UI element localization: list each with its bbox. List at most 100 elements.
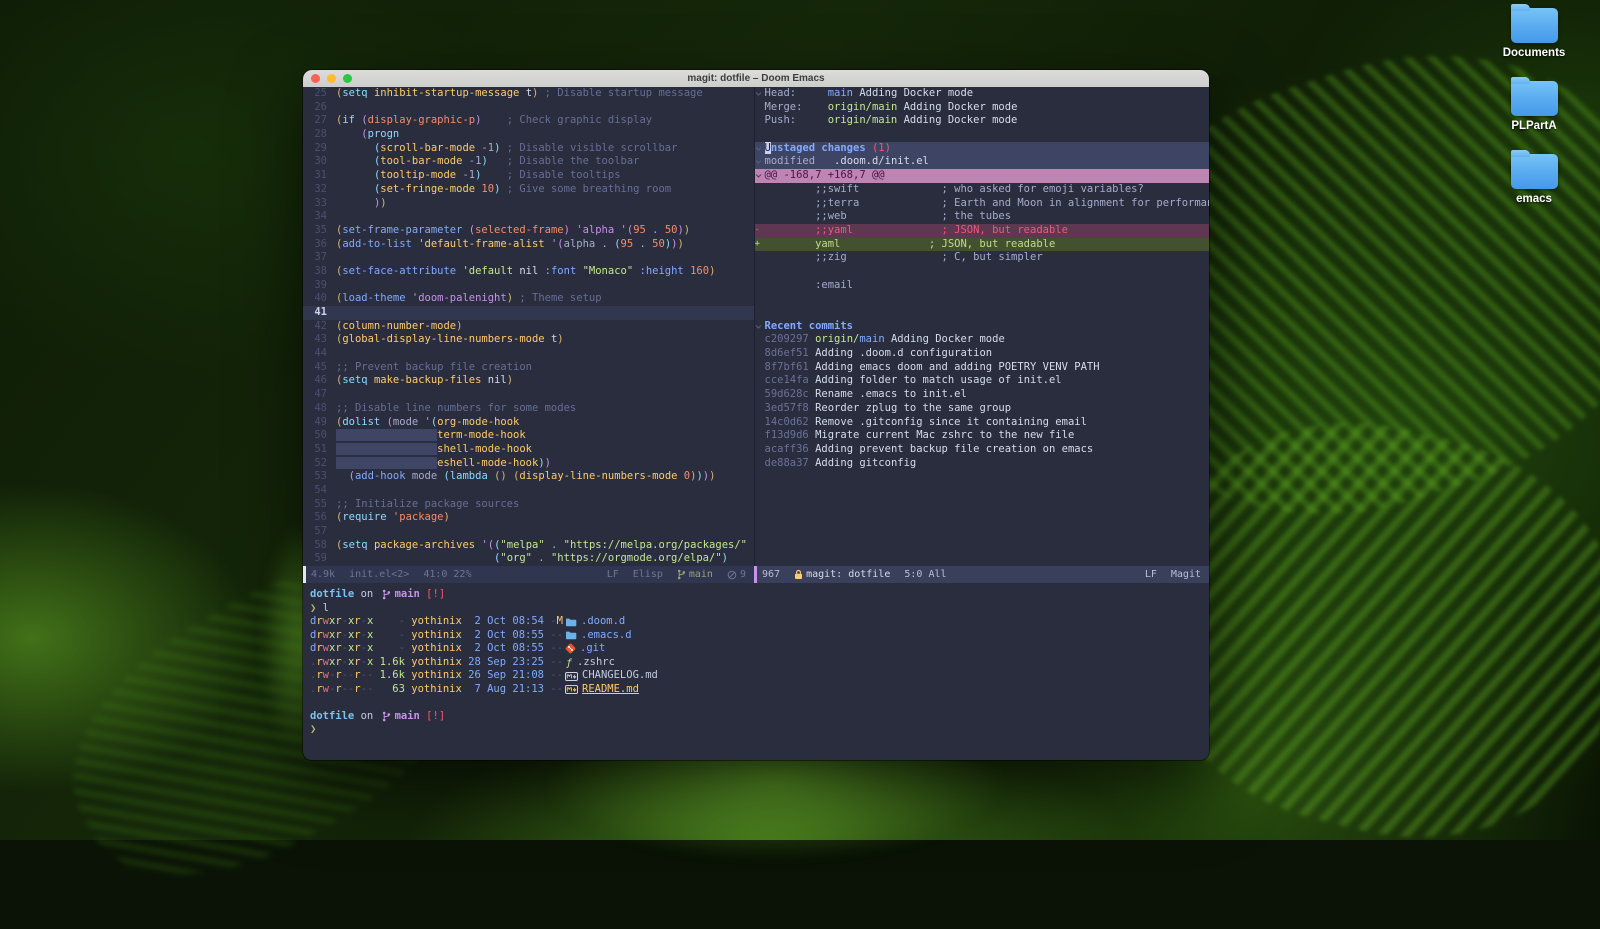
magit-section-heading[interactable]: modified .doom.d/init.el [755,155,1210,169]
magit-line[interactable]: 14c0d62 Remove .gitconfig since it conta… [755,416,1210,430]
file-name[interactable]: CHANGELOG.md [582,669,658,683]
code-buffer[interactable]: 25(setq inhibit-startup-message t) ; Dis… [303,87,754,566]
file-name[interactable]: .doom.d [581,615,625,629]
line-number: 57 [303,525,336,539]
line-number: 56 [303,511,336,525]
cursor-position: 41:0 22% [423,569,471,580]
line-number: 54 [303,484,336,498]
checker-count: 9 [740,569,746,580]
magit-section-heading[interactable]: Head: main Adding Docker mode [755,87,1210,101]
command-line[interactable]: ❯ l [310,602,1209,616]
code-line: 58(setq package-archives '(("melpa" . "h… [303,539,754,553]
file-name[interactable]: .emacs.d [581,629,632,643]
line-number: 32 [303,183,336,197]
file-name[interactable]: README.md [582,683,639,697]
magit-line: ;;web ; the tubes [755,210,1210,224]
file-name[interactable]: .git [580,642,605,656]
file-name[interactable]: .zshrc [577,656,615,670]
diff-marker: - [755,224,765,238]
magit-line[interactable]: 3ed57f8 Reorder zplug to the same group [755,402,1210,416]
line-number: 25 [303,87,336,101]
lock-icon [794,569,803,580]
desktop-folder-documents[interactable]: Documents [1503,8,1566,59]
margin [755,210,765,224]
margin [755,443,765,457]
folder-icon [565,630,577,640]
magit-line [755,292,1210,306]
folder-icon [1511,154,1558,189]
chevron-down-icon [755,320,765,334]
magit-section-heading[interactable]: Recent commits [755,320,1210,334]
blank-line [310,696,1209,710]
line-number: 42 [303,320,336,334]
shell-prompt: dotfile on main [!] [310,710,1209,724]
file-list-row: .rw-r--r-- 1.6k yothinix 26 Sep 21:08 --… [310,669,1209,683]
code-line: 47 [303,388,754,402]
line-number: 49 [303,416,336,430]
magit-section-heading[interactable]: @@ -168,7 +168,7 @@ [755,169,1210,183]
code-line: 45;; Prevent backup file creation [303,361,754,375]
diff-line[interactable]: - ;;yaml ; JSON, but readable [755,224,1210,238]
window-titlebar[interactable]: magit: dotfile – Doom Emacs [303,70,1209,87]
magit-section-heading[interactable]: Unstaged changes (1) [755,142,1210,156]
svg-text:ƒ: ƒ [566,658,573,668]
magit-line[interactable]: 8d6ef51 Adding .doom.d configuration [755,347,1210,361]
code-line: 31 (tooltip-mode -1) ; Disable tooltips [303,169,754,183]
code-line: 42(column-number-mode) [303,320,754,334]
code-line: 28 (progn [303,128,754,142]
line-number: 51 [303,443,336,457]
magit-line[interactable]: 8f7bf61 Adding emacs doom and adding POE… [755,361,1210,375]
margin [755,416,765,430]
magit-line: :email [755,279,1210,293]
line-number: 27 [303,114,336,128]
diff-marker: + [755,238,765,252]
line-number: 58 [303,539,336,553]
magit-line: ;;swift ; who asked for emoji variables? [755,183,1210,197]
line-number: 40 [303,292,336,306]
code-line: 41 [303,306,754,320]
magit-line[interactable]: Merge: origin/main Adding Docker mode [755,101,1210,115]
line-number: 29 [303,142,336,156]
line-number: 31 [303,169,336,183]
shell-prompt[interactable]: ❯ [310,723,1209,737]
magit-line[interactable]: c209297 origin/main Adding Docker mode [755,333,1210,347]
folder-icon [565,617,577,627]
terminal-buffer[interactable]: dotfile on main [!] ❯ ldrwxr-xr-x - yothi… [303,583,1209,760]
code-line: 32 (set-fringe-mode 10) ; Give some brea… [303,183,754,197]
margin [755,388,765,402]
code-line: 29 (scroll-bar-mode -1) ; Disable visibl… [303,142,754,156]
margin [755,374,765,388]
eol-indicator: LF [607,569,619,580]
line-number: 46 [303,374,336,388]
desktop-folder-emacs[interactable]: emacs [1511,154,1558,205]
magit-line[interactable]: Push: origin/main Adding Docker mode [755,114,1210,128]
margin [755,333,765,347]
folder-label: emacs [1516,193,1552,205]
code-line: 46(setq make-backup-files nil) [303,374,754,388]
folder-label: Documents [1503,47,1566,59]
magit-line[interactable]: 59d628c Rename .emacs to init.el [755,388,1210,402]
line-number: 26 [303,101,336,115]
line-number: 37 [303,251,336,265]
code-line: 35(set-frame-parameter (selected-frame) … [303,224,754,238]
magit-line [755,265,1210,279]
diff-line[interactable]: + yaml ; JSON, but readable [755,238,1210,252]
file-list-row: .rwxr-xr-x 1.6k yothinix 28 Sep 23:25 --… [310,656,1209,670]
function-icon: ƒ [565,657,573,668]
desktop-folder-plparta[interactable]: PLPartA [1511,81,1558,132]
line-number: 35 [303,224,336,238]
line-number: 30 [303,155,336,169]
no-issues-icon [727,570,737,580]
margin [755,183,765,197]
magit-line[interactable]: de88a37 Adding gitconfig [755,457,1210,471]
code-line: 39 [303,279,754,293]
magit-line: ;;zig ; C, but simpler [755,251,1210,265]
chevron-down-icon [755,169,765,183]
code-line: 52 eshell-mode-hook)) [303,457,754,471]
file-list-row: drwxr-xr-x - yothinix 2 Oct 08:54 -M.doo… [310,615,1209,629]
magit-line[interactable]: cce14fa Adding folder to match usage of … [755,374,1210,388]
magit-line[interactable]: acaff36 Adding prevent backup file creat… [755,443,1210,457]
magit-line[interactable]: f13d9d6 Migrate current Mac zshrc to the… [755,429,1210,443]
magit-buffer[interactable]: Head: main Adding Docker modeMerge: orig… [754,87,1210,566]
window-title: magit: dotfile – Doom Emacs [303,73,1209,84]
